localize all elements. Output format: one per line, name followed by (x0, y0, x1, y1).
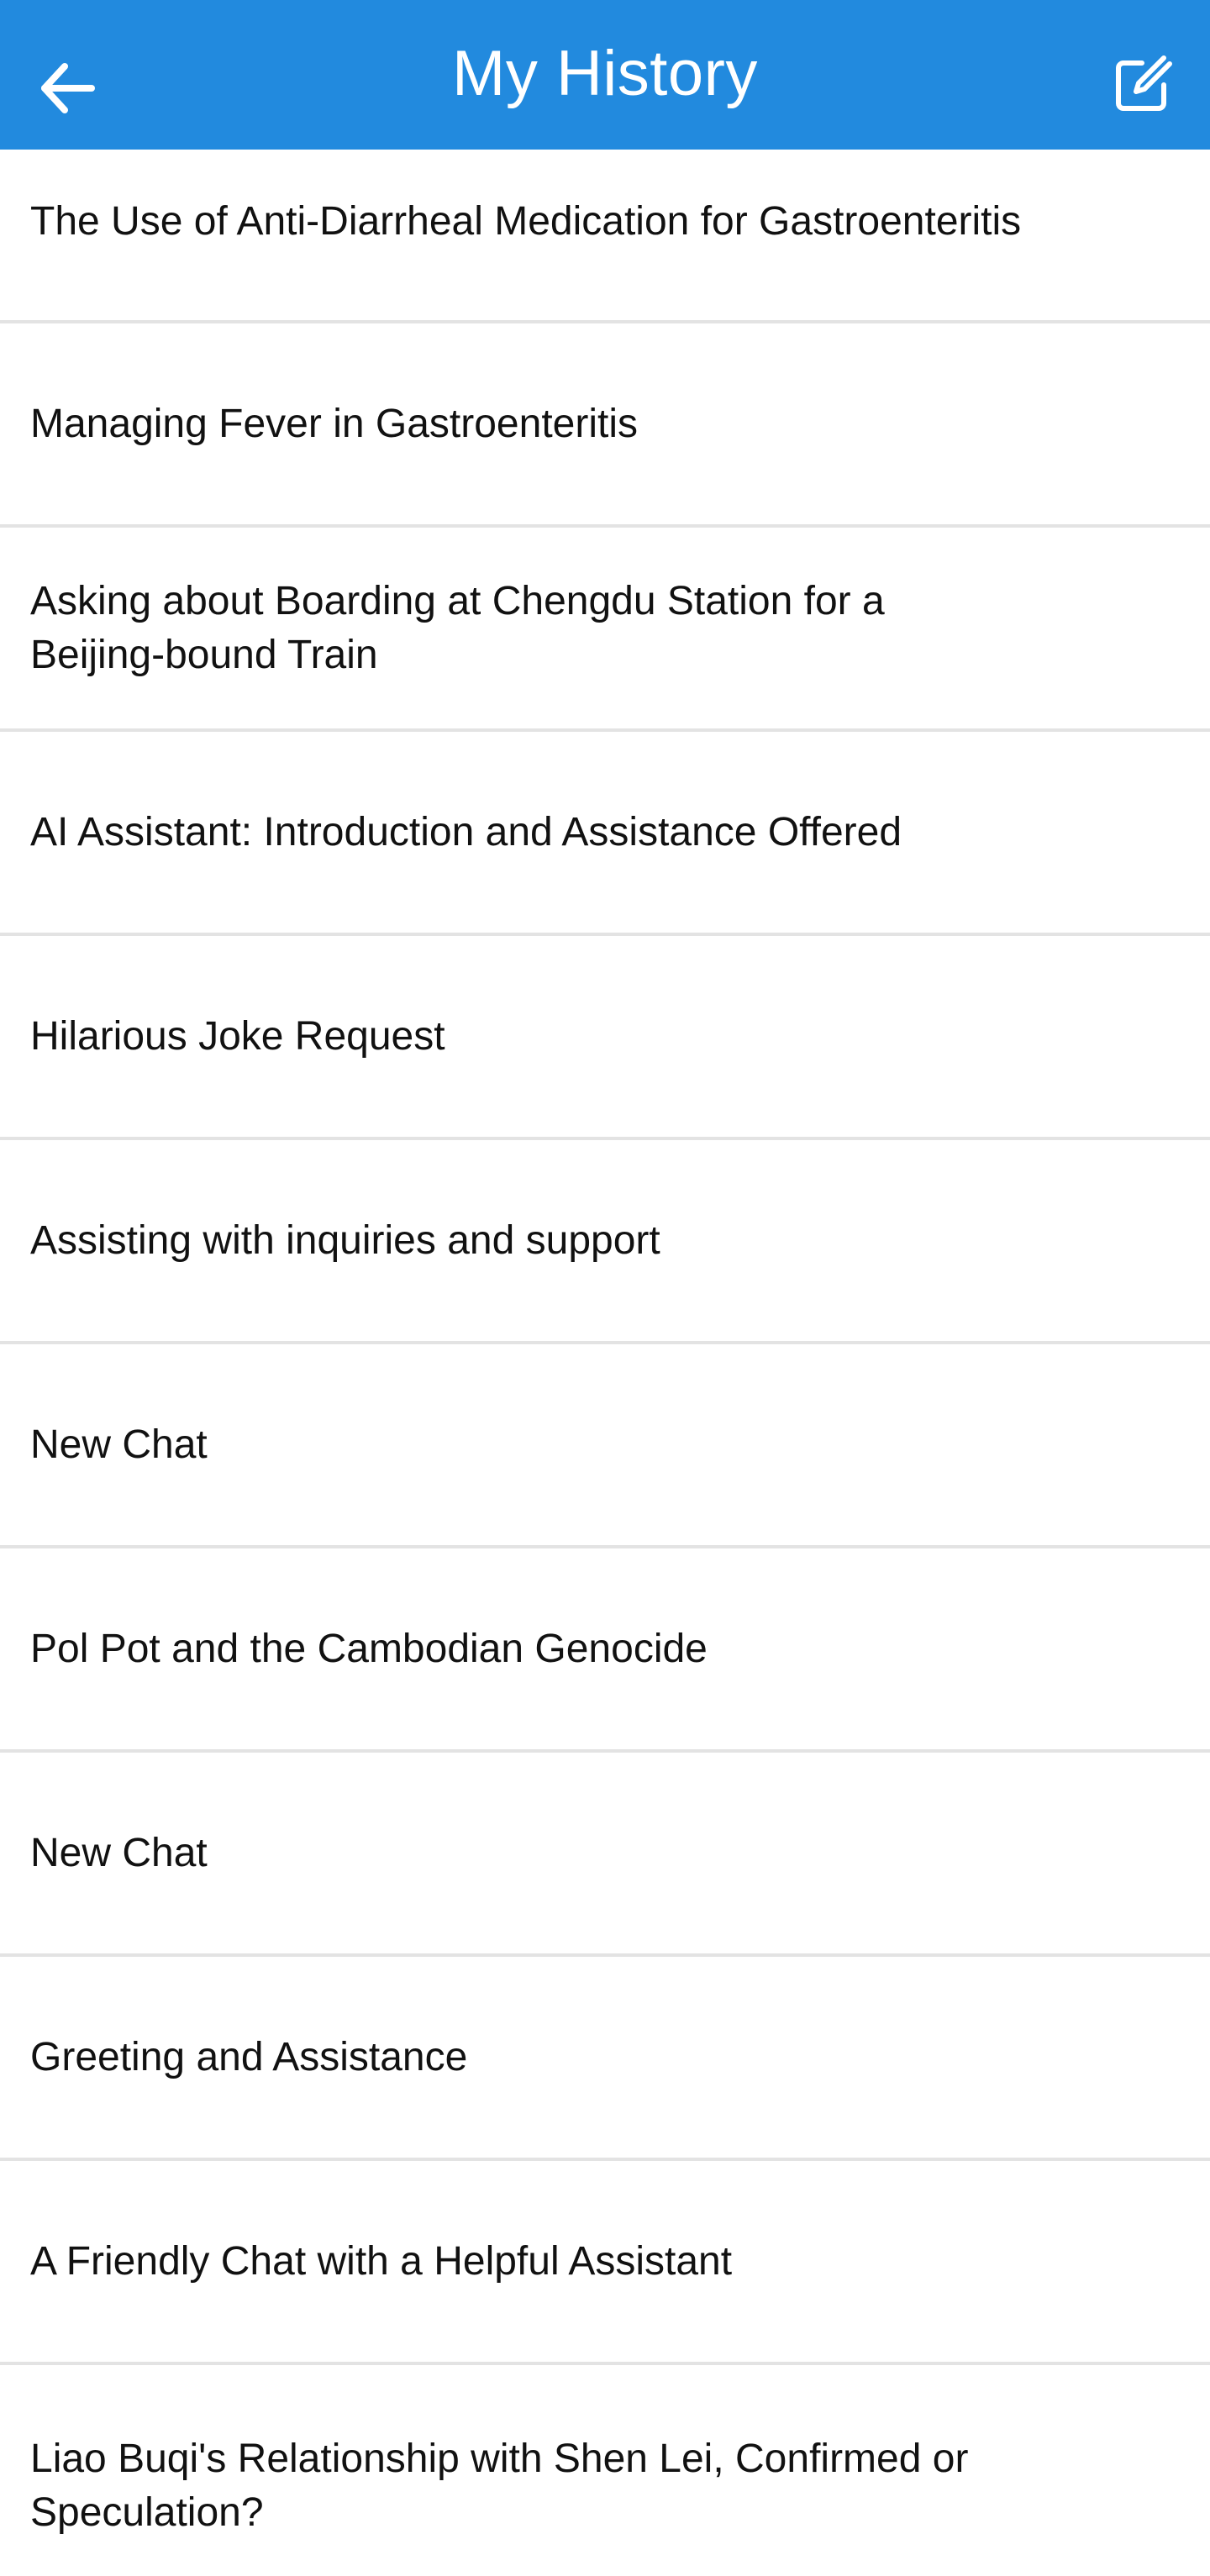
history-list: The Use of Anti-Diarrheal Medication for… (0, 150, 1210, 2569)
page-title: My History (452, 38, 758, 109)
history-item[interactable]: Pol Pot and the Cambodian Genocide (0, 1548, 1210, 1753)
history-item-label: Liao Buqi's Relationship with Shen Lei, … (30, 2437, 969, 2535)
history-item-label: Assisting with inquiries and support (30, 1217, 660, 1263)
new-chat-button[interactable] (1106, 49, 1178, 121)
history-item[interactable]: Liao Buqi's Relationship with Shen Lei, … (0, 2365, 1210, 2569)
history-item-label: Greeting and Assistance (30, 2034, 468, 2079)
history-item[interactable]: New Chat (0, 1753, 1210, 1957)
history-item[interactable]: Managing Fever in Gastroenteritis (0, 323, 1210, 528)
history-item[interactable]: AI Assistant: Introduction and Assistanc… (0, 732, 1210, 936)
history-item[interactable]: Greeting and Assistance (0, 1957, 1210, 2161)
history-item-label: Asking about Boarding at Chengdu Station… (30, 578, 885, 677)
history-item[interactable]: The Use of Anti-Diarrheal Medication for… (0, 150, 1210, 323)
edit-square-icon (1116, 55, 1172, 111)
history-item-label: New Chat (30, 1830, 208, 1875)
history-item[interactable]: New Chat (0, 1344, 1210, 1548)
history-item-label: A Friendly Chat with a Helpful Assistant (30, 2238, 733, 2284)
history-item-label: AI Assistant: Introduction and Assistanc… (30, 809, 902, 854)
history-item[interactable]: Assisting with inquiries and support (0, 1140, 1210, 1344)
history-item-label: Managing Fever in Gastroenteritis (30, 401, 638, 446)
history-item-label: Hilarious Joke Request (30, 1013, 445, 1059)
app-header: My History (0, 0, 1210, 150)
history-item[interactable]: Hilarious Joke Request (0, 936, 1210, 1140)
history-item[interactable]: A Friendly Chat with a Helpful Assistant (0, 2161, 1210, 2365)
history-item[interactable]: Asking about Boarding at Chengdu Station… (0, 528, 1210, 732)
history-item-label: The Use of Anti-Diarrheal Medication for… (30, 199, 1022, 244)
history-item-label: Pol Pot and the Cambodian Genocide (30, 1626, 708, 1671)
history-item-label: New Chat (30, 1422, 208, 1467)
